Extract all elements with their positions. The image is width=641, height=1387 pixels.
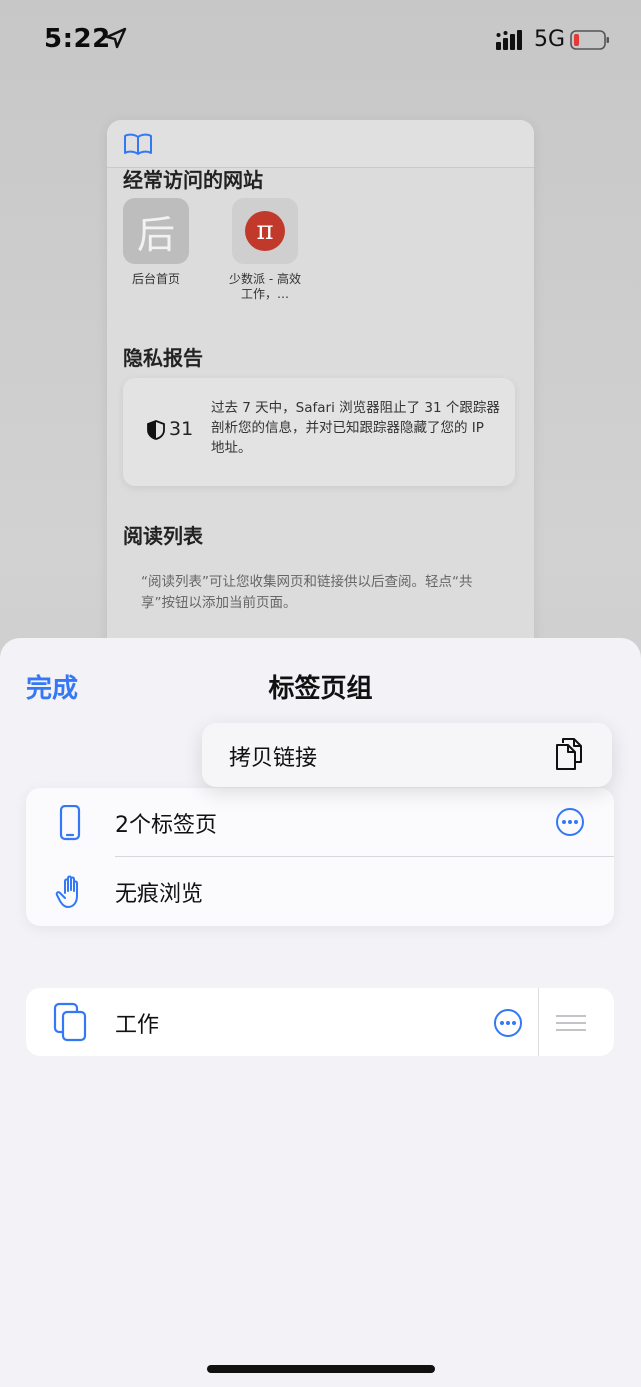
hand-icon	[55, 875, 78, 908]
status-bar: 5:22 5G	[0, 0, 641, 80]
favorite-label-sspai: 少数派 - 高效工作，…	[229, 272, 301, 301]
privacy-tracker-count: 31	[169, 418, 194, 440]
privacy-report-title: 隐私报告	[123, 346, 203, 370]
status-time: 5:22	[44, 24, 111, 54]
more-options-icon[interactable]	[493, 1008, 523, 1038]
bookmarks-icon[interactable]	[123, 132, 153, 156]
signal-icon	[496, 30, 522, 50]
favorite-label-backend: 后台首页	[131, 272, 180, 286]
reading-list-title: 阅读列表	[123, 524, 203, 548]
home-indicator[interactable]	[207, 1365, 435, 1373]
privacy-report-text: 过去 7 天中，Safari 浏览器阻止了 31 个跟踪器剖析您的信息，并对已知…	[211, 400, 500, 456]
copy-icon	[556, 738, 582, 770]
more-options-icon[interactable]	[555, 807, 585, 837]
reading-list-text: “阅读列表”可让您收集网页和链接供以后查阅。轻点“共享”按钮以添加当前页面。	[141, 574, 473, 611]
battery-low-icon	[570, 30, 609, 50]
background-page-card: 经常访问的网站 后 后台首页 π 少数派 - 高效工作，… 隐私报告 31 过去…	[107, 120, 534, 660]
tab-groups-list: 2个标签页 无痕浏览	[26, 788, 614, 926]
tab-groups-sheet: 完成 标签页组 拷贝链接 2个标签页 无痕浏览 工作	[0, 638, 641, 1387]
favorite-tile-backend[interactable]: 后	[123, 198, 189, 264]
group-label-private: 无痕浏览	[115, 882, 204, 907]
custom-group-label-work: 工作	[115, 1013, 160, 1038]
tabs-group-icon	[53, 1002, 87, 1042]
sspai-logo-icon: π	[245, 211, 285, 251]
shield-icon	[147, 420, 165, 440]
reorder-handle-icon[interactable]	[556, 1014, 586, 1032]
copy-link-menu-item[interactable]: 拷贝链接	[202, 723, 612, 787]
row-separator	[538, 988, 539, 1056]
privacy-report-card[interactable]: 31 过去 7 天中，Safari 浏览器阻止了 31 个跟踪器剖析您的信息，并…	[123, 378, 515, 486]
card-toolbar	[107, 120, 534, 168]
iphone-icon	[59, 805, 81, 841]
group-row-tabs[interactable]: 2个标签页	[26, 788, 614, 857]
location-arrow-icon	[105, 27, 127, 49]
sheet-title: 标签页组	[268, 674, 373, 704]
custom-group-row-work[interactable]: 工作	[26, 988, 614, 1056]
copy-link-label: 拷贝链接	[229, 746, 318, 771]
frequent-sites-title: 经常访问的网站	[123, 168, 263, 192]
favorite-tile-sspai[interactable]: π	[232, 198, 298, 264]
network-type: 5G	[534, 27, 566, 52]
group-label-tabs: 2个标签页	[115, 813, 217, 838]
group-row-private[interactable]: 无痕浏览	[26, 857, 614, 926]
